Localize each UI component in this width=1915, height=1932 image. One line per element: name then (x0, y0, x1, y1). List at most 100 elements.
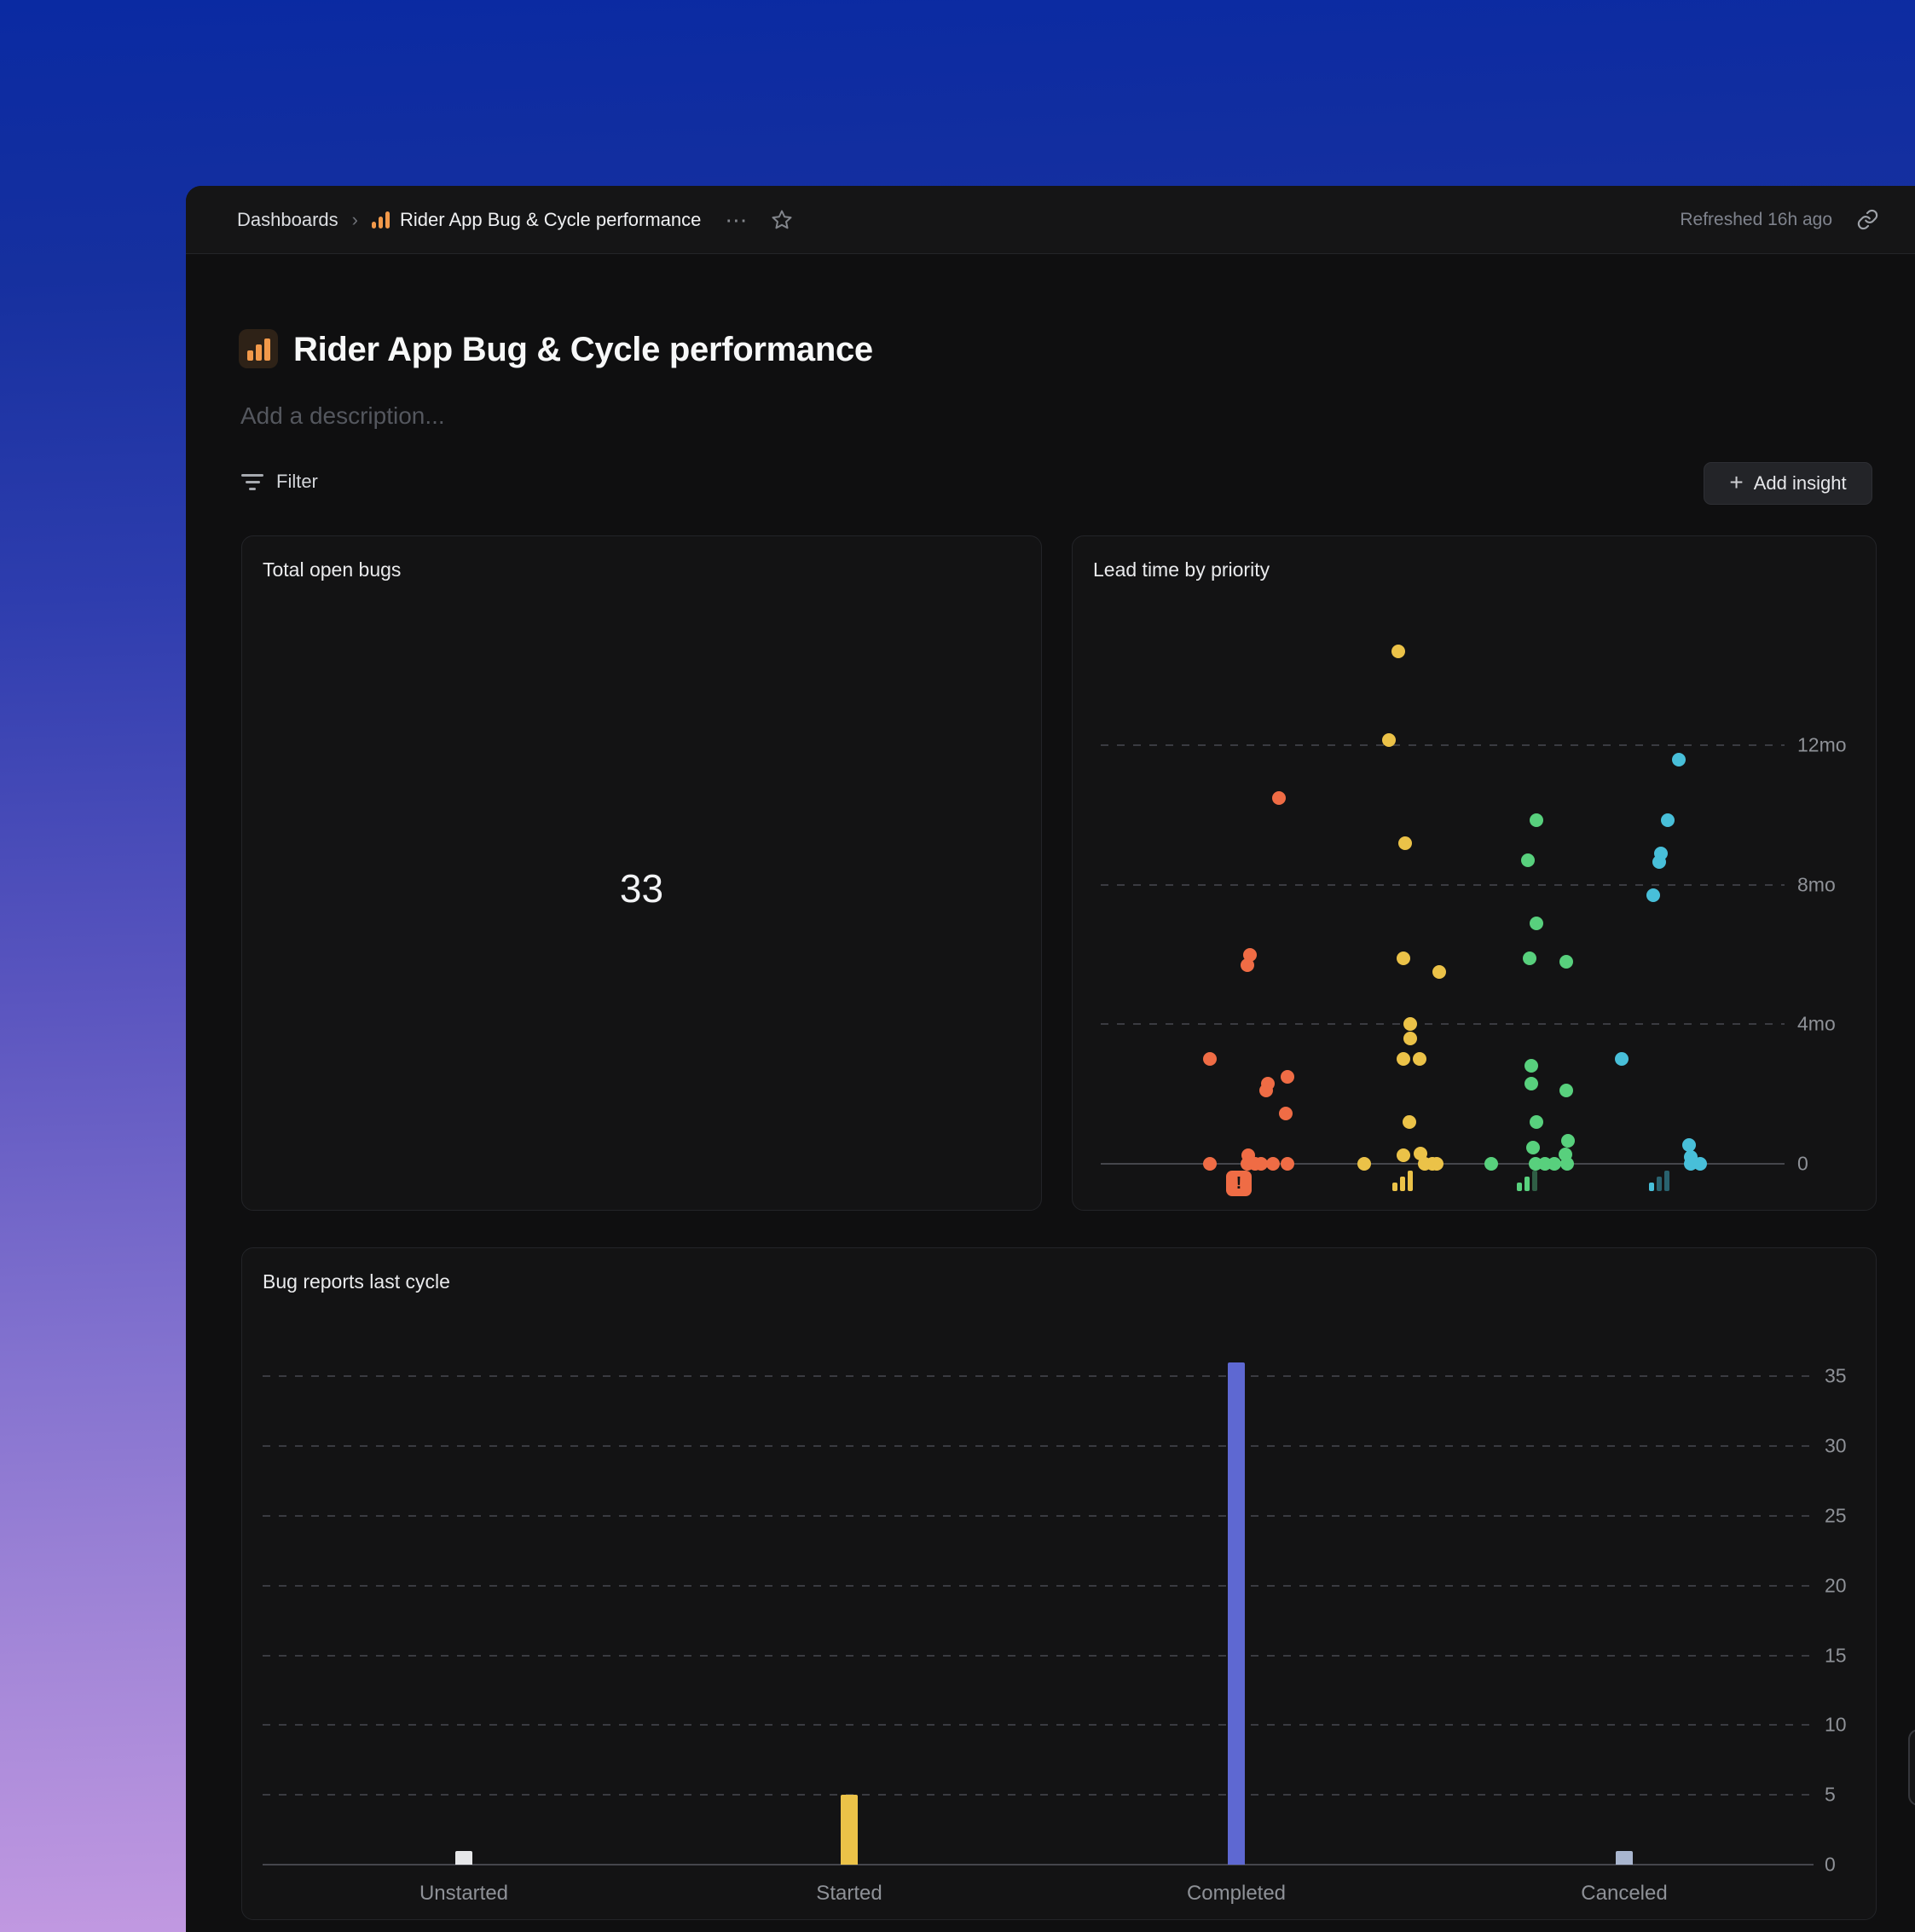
urgent-priority-dot[interactable] (1281, 1157, 1294, 1171)
more-options-icon[interactable]: ⋯ (725, 209, 749, 231)
medium-priority-dot[interactable] (1526, 1141, 1540, 1154)
started-bar[interactable] (841, 1795, 858, 1865)
y-tick-label: 8mo (1797, 873, 1836, 896)
y-tick-label: 0 (1797, 1153, 1808, 1176)
description-placeholder-field[interactable]: Add a description... (240, 402, 445, 430)
urgent-priority-dot[interactable] (1281, 1070, 1294, 1084)
unstarted-bar[interactable] (455, 1851, 472, 1865)
plus-icon: + (1729, 471, 1743, 495)
medium-priority-dot[interactable] (1530, 813, 1543, 827)
low-priority-dot[interactable] (1672, 753, 1686, 766)
add-insight-button[interactable]: + Add insight (1704, 462, 1872, 505)
medium-priority-dot[interactable] (1524, 1059, 1538, 1073)
urgent-priority-dot[interactable] (1259, 1084, 1273, 1097)
breadcrumb-dashboards-link[interactable]: Dashboards (237, 209, 338, 231)
y-tick-label: 12mo (1797, 734, 1847, 757)
filter-button-label: Filter (276, 471, 318, 493)
filter-icon (240, 474, 264, 490)
y-tick-label: 25 (1825, 1505, 1847, 1528)
medium-priority-dot[interactable] (1521, 853, 1535, 867)
dashboard-title-bar-chart-icon (239, 329, 278, 368)
x-category-label: Started (816, 1882, 882, 1906)
priority-bar (1392, 1183, 1397, 1191)
high-priority-dot[interactable] (1403, 1115, 1416, 1129)
app-window: Dashboards › Rider App Bug & Cycle perfo… (186, 186, 1915, 1932)
medium-priority-dot[interactable] (1559, 955, 1573, 969)
medium-priority-dot[interactable] (1559, 1084, 1573, 1097)
edge-widget-sliver (1908, 1729, 1915, 1806)
high-priority-dot[interactable] (1357, 1157, 1371, 1171)
y-tick-label: 30 (1825, 1435, 1847, 1458)
low-priority-dot[interactable] (1652, 855, 1666, 869)
medium-priority-icon (1517, 1171, 1537, 1191)
canceled-bar[interactable] (1616, 1851, 1633, 1865)
low-priority-icon (1649, 1171, 1669, 1191)
bar-gridline-30 (263, 1445, 1814, 1447)
desktop-backdrop: Dashboards › Rider App Bug & Cycle perfo… (0, 0, 1915, 1932)
high-priority-dot[interactable] (1430, 1157, 1443, 1171)
medium-priority-dot[interactable] (1561, 1134, 1575, 1148)
page-title: Rider App Bug & Cycle performance (293, 331, 873, 369)
high-priority-dot[interactable] (1413, 1052, 1426, 1066)
urgent-priority-dot[interactable] (1241, 958, 1254, 972)
lead-time-scatter-plot: 12mo 8mo 4mo 0! (1073, 536, 1876, 1210)
y-tick-label: 0 (1825, 1854, 1836, 1877)
y-tick-label: 4mo (1797, 1013, 1836, 1036)
y-tick-label: 5 (1825, 1784, 1836, 1807)
add-insight-label: Add insight (1754, 472, 1847, 495)
scatter-gridline-8mo (1101, 884, 1785, 886)
bar-gridline-10 (263, 1724, 1814, 1726)
priority-bar (1664, 1171, 1669, 1191)
breadcrumb-current-dashboard[interactable]: Rider App Bug & Cycle performance (400, 209, 701, 231)
medium-priority-dot[interactable] (1484, 1157, 1498, 1171)
low-priority-dot[interactable] (1693, 1157, 1707, 1171)
high-priority-dot[interactable] (1382, 733, 1396, 747)
high-priority-dot[interactable] (1391, 645, 1405, 658)
medium-priority-dot[interactable] (1523, 952, 1536, 965)
urgent-priority-dot[interactable] (1203, 1157, 1217, 1171)
lead-time-by-priority-card: Lead time by priority 12mo8mo4mo0! (1072, 535, 1877, 1211)
x-category-label: Completed (1187, 1882, 1286, 1906)
high-priority-dot[interactable] (1397, 1052, 1410, 1066)
bar-gridline-25 (263, 1515, 1814, 1517)
high-priority-dot[interactable] (1397, 1148, 1410, 1162)
high-priority-dot[interactable] (1398, 836, 1412, 850)
priority-bar (1400, 1177, 1405, 1191)
high-priority-dot[interactable] (1403, 1017, 1417, 1031)
favorite-star-icon[interactable] (770, 208, 794, 232)
bug-reports-last-cycle-card: Bug reports last cycle 35302520151050Uns… (241, 1247, 1877, 1920)
bar-gridline-35 (263, 1375, 1814, 1377)
medium-priority-dot[interactable] (1548, 1157, 1561, 1171)
urgent-priority-icon: ! (1226, 1171, 1252, 1196)
medium-priority-dot[interactable] (1530, 917, 1543, 930)
scatter-gridline-4mo (1101, 1023, 1785, 1025)
bar-gridline-20 (263, 1585, 1814, 1587)
medium-priority-dot[interactable] (1530, 1115, 1543, 1129)
high-priority-icon (1392, 1171, 1413, 1191)
urgent-priority-dot[interactable] (1272, 791, 1286, 805)
medium-priority-dot[interactable] (1560, 1157, 1574, 1171)
copy-link-icon[interactable] (1856, 208, 1879, 231)
high-priority-dot[interactable] (1397, 952, 1410, 965)
bug-reports-bar-chart: 35302520151050UnstartedStartedCompletedC… (242, 1248, 1876, 1919)
bar-gridline-0 (263, 1864, 1814, 1865)
priority-bar (1649, 1183, 1654, 1191)
low-priority-dot[interactable] (1661, 813, 1675, 827)
high-priority-dot[interactable] (1432, 965, 1446, 979)
y-tick-label: 15 (1825, 1644, 1847, 1667)
completed-bar[interactable] (1228, 1362, 1245, 1865)
low-priority-dot[interactable] (1646, 888, 1660, 902)
y-tick-label: 35 (1825, 1365, 1847, 1388)
total-open-bugs-value: 33 (242, 865, 1041, 911)
urgent-priority-dot[interactable] (1279, 1107, 1293, 1120)
low-priority-dot[interactable] (1615, 1052, 1629, 1066)
urgent-priority-dot[interactable] (1203, 1052, 1217, 1066)
refreshed-status: Refreshed 16h ago (1680, 210, 1832, 230)
high-priority-dot[interactable] (1403, 1032, 1417, 1045)
dashboard-bar-chart-icon (372, 211, 390, 228)
filter-button[interactable]: Filter (229, 462, 330, 501)
urgent-priority-dot[interactable] (1266, 1157, 1280, 1171)
urgent-exclamation-icon: ! (1226, 1171, 1252, 1196)
bar-gridline-5 (263, 1794, 1814, 1796)
medium-priority-dot[interactable] (1524, 1077, 1538, 1090)
